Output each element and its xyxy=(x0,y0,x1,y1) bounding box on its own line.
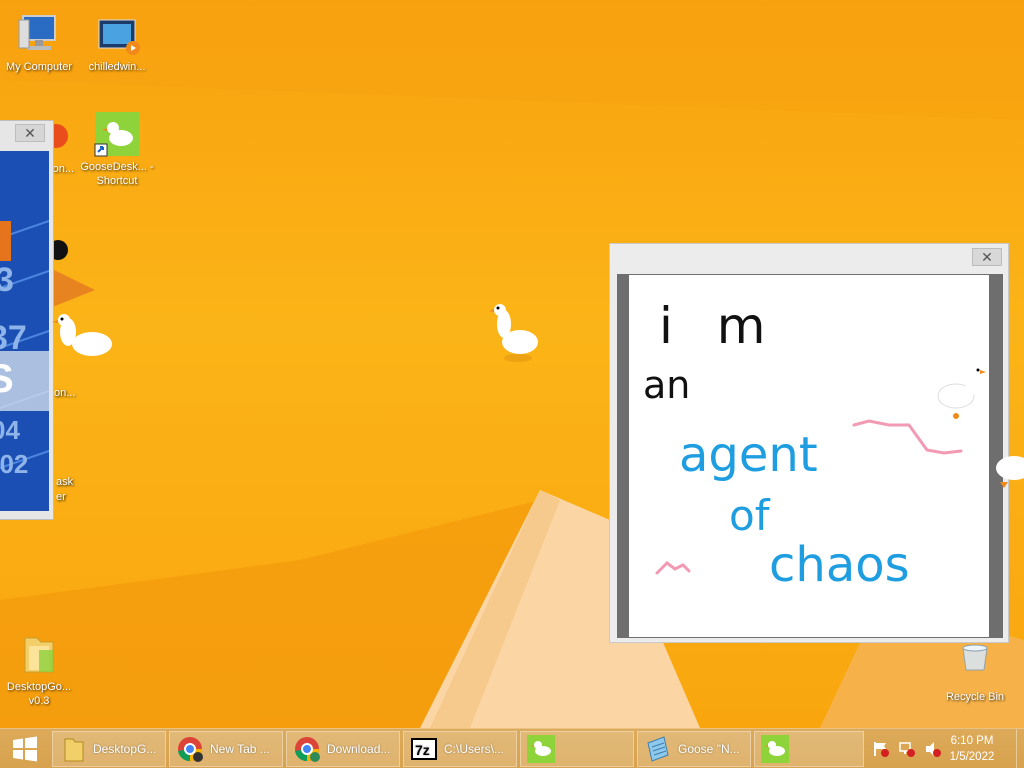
left-window-titlebar[interactable]: ✕ xyxy=(0,121,53,151)
taskbar-item-goose-2[interactable] xyxy=(754,731,864,767)
left-window[interactable]: ✕ 3 37 S 04 002 xyxy=(0,120,54,520)
goose-app-icon xyxy=(761,735,789,763)
clock-date: 1/5/2022 xyxy=(949,751,995,763)
left-window-text-04: 04 xyxy=(0,415,20,445)
notepad-icon xyxy=(644,735,672,763)
partial-label: ask xyxy=(56,476,74,488)
taskbar-item-label: Download... xyxy=(327,742,391,756)
handwritten-line-3: agent xyxy=(679,427,818,483)
start-button[interactable] xyxy=(0,729,50,768)
taskbar-item-7zip[interactable]: 7z C:\Users\... xyxy=(403,731,517,767)
left-window-text-002: 002 xyxy=(0,449,29,479)
note-window-close-button[interactable]: ✕ xyxy=(972,248,1002,266)
folder-icon xyxy=(15,630,63,678)
partial-label: er xyxy=(56,491,66,503)
desktop-icon-goosedesk-shortcut[interactable]: GooseDesk... - Shortcut xyxy=(78,110,156,188)
taskbar-item-label: C:\Users\... xyxy=(444,742,505,756)
handwritten-line-2: an xyxy=(643,363,691,407)
desktop-icon-label: chilledwin... xyxy=(88,61,146,73)
desktop-icon-my-computer[interactable]: My Computer xyxy=(0,10,78,74)
clock[interactable]: 6:10 PM 1/5/2022 xyxy=(942,733,1002,765)
taskbar-item-goose-notepad[interactable]: Goose "N... xyxy=(637,731,751,767)
taskbar-item-desktopgoose-folder[interactable]: DesktopG... xyxy=(52,731,166,767)
network-icon[interactable] xyxy=(898,740,916,758)
desktop-icon-label: GooseDesk... - Shortcut xyxy=(80,161,154,187)
note-canvas-frame: i m an agent of chaos xyxy=(617,274,1003,638)
goose-app-icon xyxy=(93,110,141,158)
chrome-icon xyxy=(293,735,321,763)
desktop-icon-label: Recycle Bin xyxy=(945,691,1005,703)
show-desktop-button[interactable] xyxy=(1016,729,1024,768)
windows-logo-icon xyxy=(13,736,37,762)
left-window-text-3: 3 xyxy=(0,261,14,299)
note-canvas[interactable]: i m an agent of chaos xyxy=(629,275,989,637)
desktop-icon-label: My Computer xyxy=(5,61,73,73)
taskbar-item-chrome-new-tab[interactable]: New Tab ... xyxy=(169,731,283,767)
taskbar-item-chrome-downloads[interactable]: Download... xyxy=(286,731,400,767)
left-window-text-37: 37 xyxy=(0,319,27,357)
folder-icon xyxy=(59,735,87,763)
desktop-icon-recycle-bin[interactable]: Recycle Bin xyxy=(936,640,1014,704)
goose-sprite[interactable] xyxy=(48,310,118,370)
taskbar[interactable]: DesktopG... New Tab ... Download... 7z C… xyxy=(0,728,1024,768)
left-window-content[interactable]: 3 37 S 04 002 xyxy=(0,151,49,511)
handwritten-line-5: chaos xyxy=(769,537,910,593)
handwritten-line-4: of xyxy=(729,491,770,540)
taskbar-item-label: Goose "N... xyxy=(678,742,740,756)
taskbar-item-goose-1[interactable] xyxy=(520,731,634,767)
video-file-icon xyxy=(93,10,141,58)
chrome-icon xyxy=(176,735,204,763)
computer-icon xyxy=(15,10,63,58)
note-window[interactable]: ✕ i m an agent of chaos xyxy=(609,243,1009,643)
recycle-bin-icon xyxy=(951,640,999,688)
7zip-icon: 7z xyxy=(410,735,438,763)
partial-label: on... xyxy=(54,387,76,399)
desktop-icon-desktopgoose-folder[interactable]: DesktopGo... v0.3 xyxy=(0,630,78,708)
left-window-close-button[interactable]: ✕ xyxy=(15,124,45,142)
goose-sprite[interactable] xyxy=(986,446,1024,496)
clock-time: 6:10 PM xyxy=(950,735,994,747)
action-center-flag-icon[interactable] xyxy=(872,740,890,758)
desktop-icon-chilledwin[interactable]: chilledwin... xyxy=(78,10,156,74)
svg-text:7z: 7z xyxy=(415,742,430,758)
system-tray[interactable] xyxy=(872,729,942,768)
goose-app-icon xyxy=(527,735,555,763)
desktop-icon-label: DesktopGo... v0.3 xyxy=(6,681,72,707)
volume-muted-icon[interactable] xyxy=(924,740,942,758)
left-window-text-s: S xyxy=(0,357,14,401)
handwritten-line-1: i m xyxy=(659,297,780,355)
goose-sprite[interactable] xyxy=(930,364,990,424)
goose-sprite[interactable] xyxy=(488,300,548,370)
desktop[interactable]: My Computer chilledwin... GooseDesk... -… xyxy=(0,0,1024,728)
taskbar-item-label: DesktopG... xyxy=(93,742,157,756)
partial-icon-orange xyxy=(50,268,95,308)
taskbar-item-label: New Tab ... xyxy=(210,742,270,756)
